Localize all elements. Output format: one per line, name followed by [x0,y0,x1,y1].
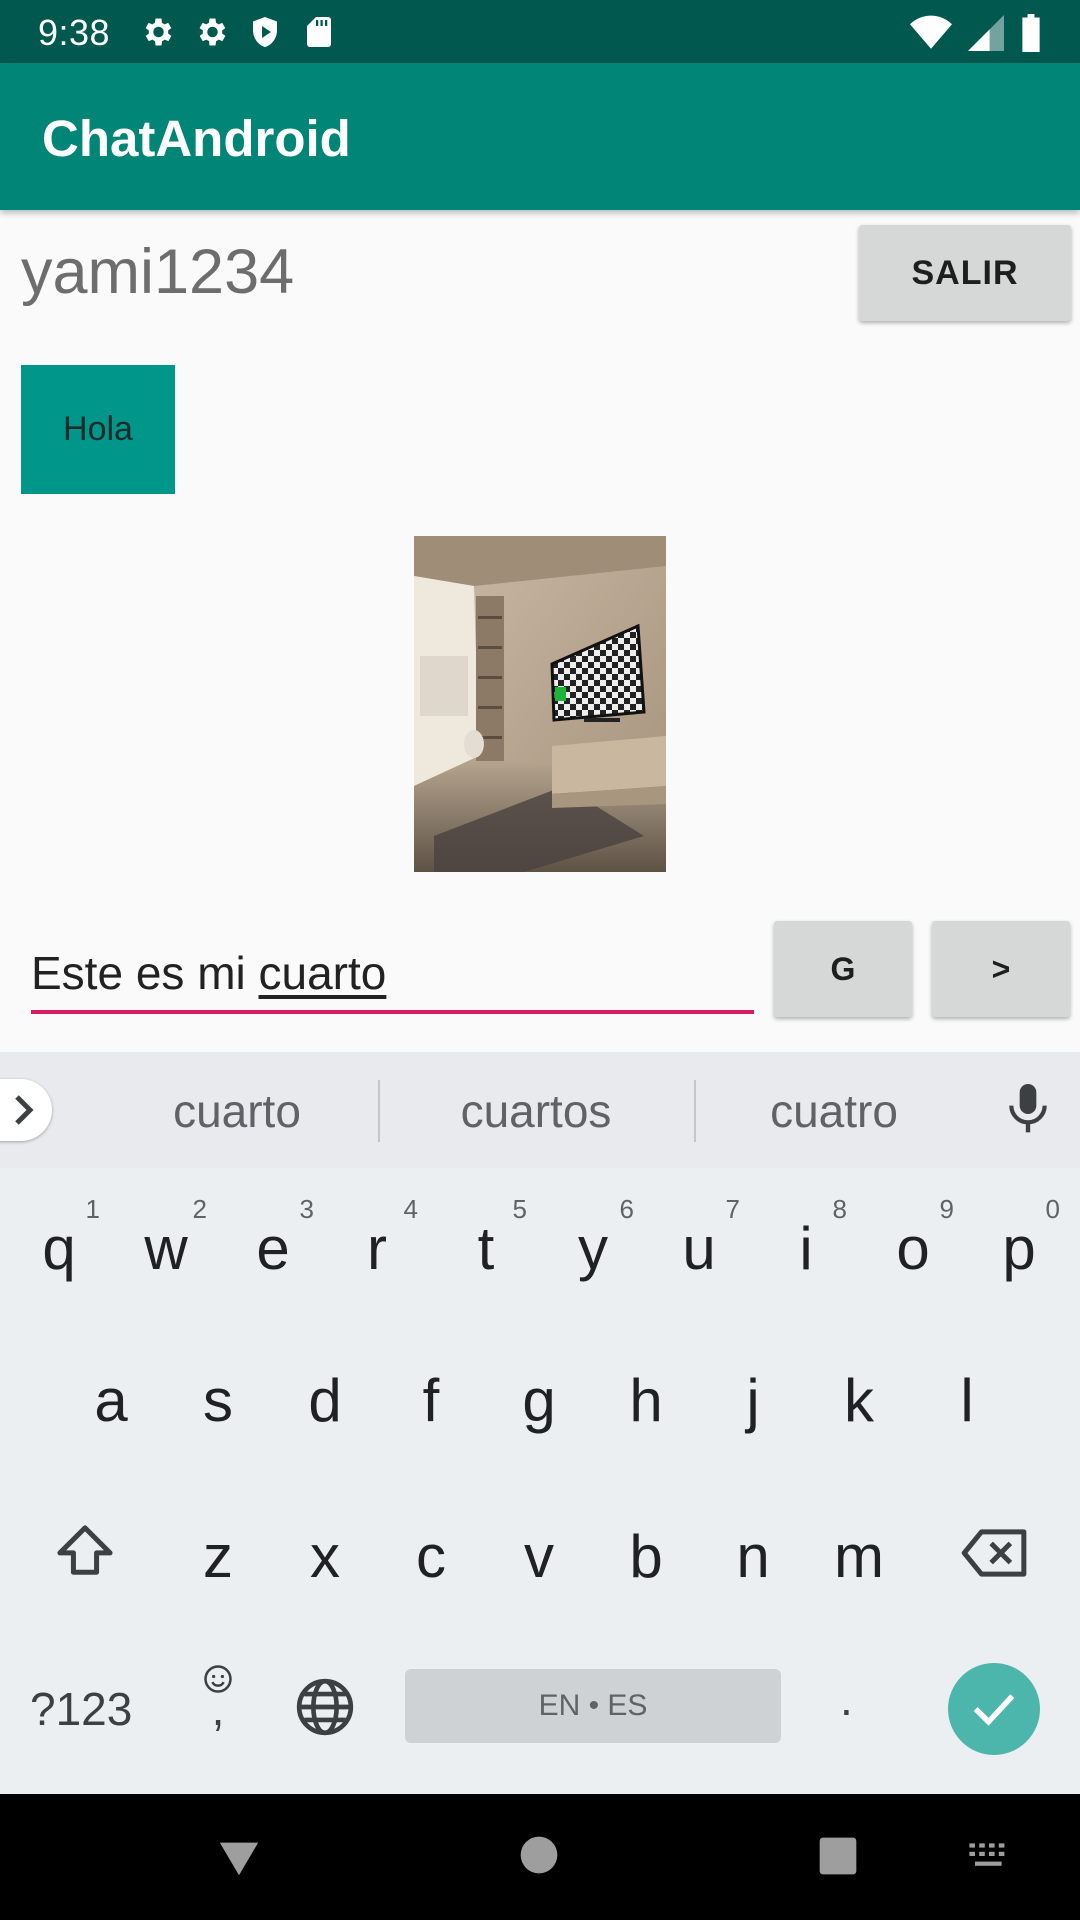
checkmark-icon [973,1694,1015,1726]
message-input-text: Este es mi cuarto [31,947,387,999]
username-label: yami1234 [21,237,295,307]
key-t[interactable]: 5t [433,1176,539,1316]
key-c[interactable]: c [378,1484,484,1624]
key-s[interactable]: s [165,1328,271,1468]
wifi-icon [910,15,952,56]
app-title: ChatAndroid [42,110,351,167]
autocorrect-underlined-word: cuarto [258,947,387,999]
period-key[interactable]: . [840,1672,853,1726]
image-message[interactable] [414,536,666,872]
cell-signal-icon [968,15,1004,56]
key-u[interactable]: 7u [646,1176,752,1316]
home-circle-icon[interactable] [519,1835,559,1875]
suggestion-1[interactable]: cuarto [97,1084,377,1138]
shift-icon [57,1525,113,1575]
key-e[interactable]: 3e [220,1176,326,1316]
app-bar: ChatAndroid [0,63,1080,210]
status-notification-icons [138,14,338,50]
backspace-icon [961,1529,1027,1577]
key-n[interactable]: n [700,1484,806,1624]
soft-keyboard: cuarto cuartos cuatro 1q 2w 3e 4r 5t 6y … [0,1052,1080,1794]
key-b[interactable]: b [593,1484,699,1624]
key-g[interactable]: g [486,1328,592,1468]
suggestion-3[interactable]: cuatro [694,1084,974,1138]
exit-button[interactable]: SALIR [859,225,1071,321]
key-k[interactable]: k [806,1328,912,1468]
key-l[interactable]: l [914,1328,1020,1468]
key-m[interactable]: m [806,1484,912,1624]
key-w[interactable]: 2w [113,1176,219,1316]
key-i[interactable]: 8i [753,1176,859,1316]
keyboard-switch-icon[interactable] [968,1842,1010,1870]
backspace-key[interactable] [942,1484,1048,1624]
shield-play-icon [246,14,284,50]
status-bar: 9:38 [0,0,1080,63]
language-globe-key[interactable] [294,1676,356,1743]
enter-key[interactable] [948,1663,1040,1755]
key-o[interactable]: 9o [860,1176,966,1316]
globe-icon [296,1678,354,1736]
g-button[interactable]: G [774,921,912,1017]
key-q[interactable]: 1q [6,1176,112,1316]
expand-toolbar-button[interactable] [0,1079,52,1141]
key-d[interactable]: d [272,1328,378,1468]
space-key[interactable]: EN • ES [405,1669,781,1743]
message-bubble: Hola [21,365,175,494]
suggestion-divider [378,1080,380,1142]
suggestion-2[interactable]: cuartos [396,1084,676,1138]
chevron-right-icon [15,1095,34,1125]
recents-square-icon[interactable] [818,1836,858,1876]
status-system-icons [910,14,1042,57]
key-h[interactable]: h [593,1328,699,1468]
settings-gear-icon [192,14,230,50]
key-a[interactable]: a [58,1328,164,1468]
key-v[interactable]: v [486,1484,592,1624]
key-p[interactable]: 0p [966,1176,1072,1316]
microphone-icon[interactable] [1008,1084,1048,1139]
key-r[interactable]: 4r [324,1176,430,1316]
navigation-bar [0,1794,1080,1920]
key-j[interactable]: j [700,1328,806,1468]
key-z[interactable]: z [165,1484,271,1624]
key-x[interactable]: x [272,1484,378,1624]
suggestion-bar: cuarto cuartos cuatro [0,1052,1080,1168]
settings-gear-icon [138,14,176,50]
sd-card-icon [300,14,338,50]
symbols-key[interactable]: ?123 [30,1682,132,1736]
shift-key[interactable] [32,1484,138,1624]
status-time: 9:38 [38,12,111,53]
send-button[interactable]: > [932,921,1070,1017]
back-triangle-icon[interactable] [216,1838,262,1878]
key-f[interactable]: f [378,1328,484,1468]
battery-icon [1020,14,1042,57]
comma-key[interactable]: , [200,1664,236,1732]
key-y[interactable]: 6y [540,1176,646,1316]
message-input[interactable]: Este es mi cuarto [31,920,754,1014]
